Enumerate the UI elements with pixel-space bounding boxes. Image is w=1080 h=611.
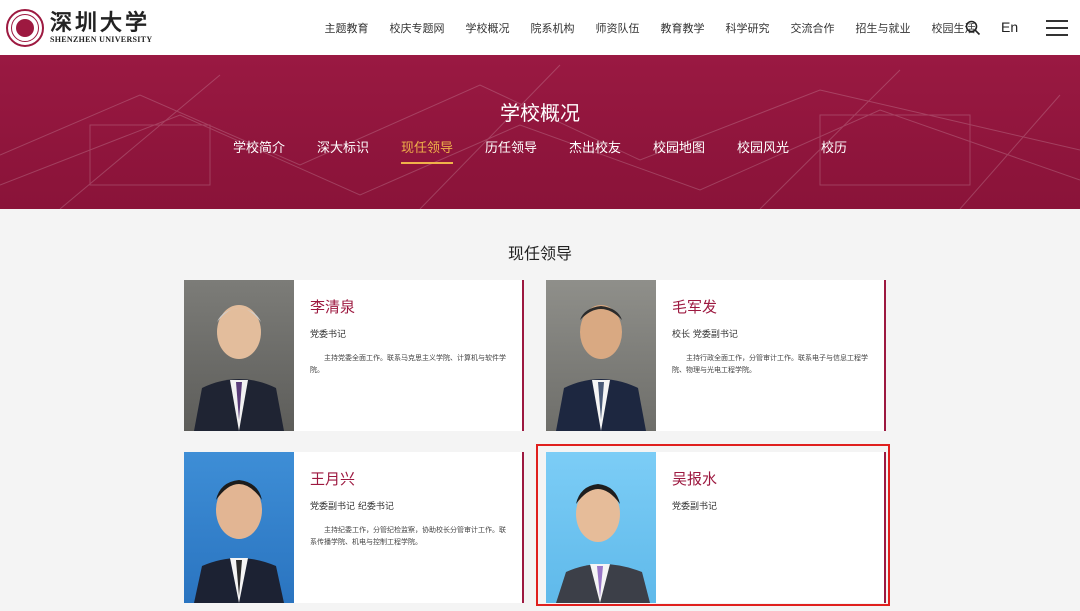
- nav-item[interactable]: 教育教学: [661, 20, 705, 36]
- site-header: 深圳大学 SHENZHEN UNIVERSITY 主题教育 校庆专题网 学校概况…: [0, 0, 1080, 55]
- leader-card[interactable]: 王月兴 党委副书记 纪委书记 主持纪委工作，分管纪检监察，协助校长分管审计工作。…: [184, 452, 524, 603]
- leader-description: 主持党委全面工作。联系马克思主义学院、计算机与软件学院。: [310, 354, 506, 374]
- leader-name: 毛军发: [672, 298, 718, 316]
- section-subnav: 学校简介 深大标识 现任领导 历任领导 杰出校友 校园地图 校园风光 校历: [0, 137, 1080, 164]
- nav-item[interactable]: 主题教育: [325, 20, 369, 36]
- subnav-item-active[interactable]: 现任领导: [400, 137, 453, 164]
- leader-photo: [184, 452, 294, 603]
- leader-description: 主持行政全面工作，分管审计工作。联系电子与信息工程学院、物理与光电工程学院。: [672, 354, 868, 374]
- banner-background-texture: [0, 64, 1080, 209]
- nav-item[interactable]: 师资队伍: [596, 20, 640, 36]
- subnav-item[interactable]: 校历: [821, 137, 847, 164]
- page-banner: 学校概况 学校简介 深大标识 现任领导 历任领导 杰出校友 校园地图 校园风光 …: [0, 55, 1080, 209]
- logo-chinese-name: 深圳大学: [50, 10, 151, 36]
- leader-card[interactable]: 毛军发 校长 党委副书记 主持行政全面工作，分管审计工作。联系电子与信息工程学院…: [546, 280, 886, 431]
- subnav-item[interactable]: 深大标识: [317, 137, 369, 164]
- nav-item[interactable]: 招生与就业: [856, 20, 911, 36]
- leader-photo: [546, 280, 656, 431]
- person-portrait-icon: [194, 305, 284, 431]
- section-title: 现任领导: [507, 244, 572, 263]
- leader-photo: [546, 452, 656, 603]
- page-title: 学校概况: [500, 101, 580, 125]
- person-portrait-icon: [194, 480, 284, 603]
- leader-title: 党委副书记: [672, 502, 718, 512]
- subnav-item[interactable]: 杰出校友: [569, 137, 621, 164]
- nav-item[interactable]: 院系机构: [531, 20, 575, 36]
- search-icon[interactable]: [965, 20, 981, 36]
- leader-title: 校长 党委副书记: [672, 330, 738, 340]
- subnav-item[interactable]: 学校简介: [233, 137, 285, 164]
- person-portrait-icon: [556, 305, 646, 431]
- university-seal-icon: [6, 9, 44, 47]
- subnav-item[interactable]: 校园地图: [653, 137, 705, 164]
- leader-card[interactable]: 李清泉 党委书记 主持党委全面工作。联系马克思主义学院、计算机与软件学院。: [184, 280, 524, 431]
- leader-photo: [184, 280, 294, 431]
- leader-description: 主持纪委工作，分管纪检监察，协助校长分管审计工作。联系传播学院、机电与控制工程学…: [310, 526, 506, 546]
- leader-title: 党委书记: [310, 330, 347, 340]
- leader-name: 吴报水: [672, 470, 718, 488]
- nav-item[interactable]: 科学研究: [726, 20, 770, 36]
- nav-item[interactable]: 交流合作: [791, 20, 835, 36]
- leader-name: 李清泉: [310, 298, 356, 316]
- nav-item[interactable]: 学校概况: [466, 20, 510, 36]
- leader-card[interactable]: 吴报水 党委副书记: [546, 452, 886, 603]
- subnav-item[interactable]: 历任领导: [485, 137, 537, 164]
- person-portrait-icon: [556, 484, 650, 603]
- subnav-item[interactable]: 校园风光: [737, 137, 789, 164]
- leader-title: 党委副书记 纪委书记: [310, 502, 394, 512]
- leader-name: 王月兴: [310, 470, 356, 488]
- language-switch[interactable]: En: [1001, 19, 1018, 35]
- nav-item[interactable]: 校庆专题网: [390, 20, 445, 36]
- logo-english-name: SHENZHEN UNIVERSITY: [50, 35, 153, 44]
- hamburger-menu-icon[interactable]: [1046, 20, 1068, 36]
- university-logo[interactable]: 深圳大学 SHENZHEN UNIVERSITY: [6, 9, 152, 47]
- main-nav: 主题教育 校庆专题网 学校概况 院系机构 师资队伍 教育教学 科学研究 交流合作…: [314, 0, 986, 55]
